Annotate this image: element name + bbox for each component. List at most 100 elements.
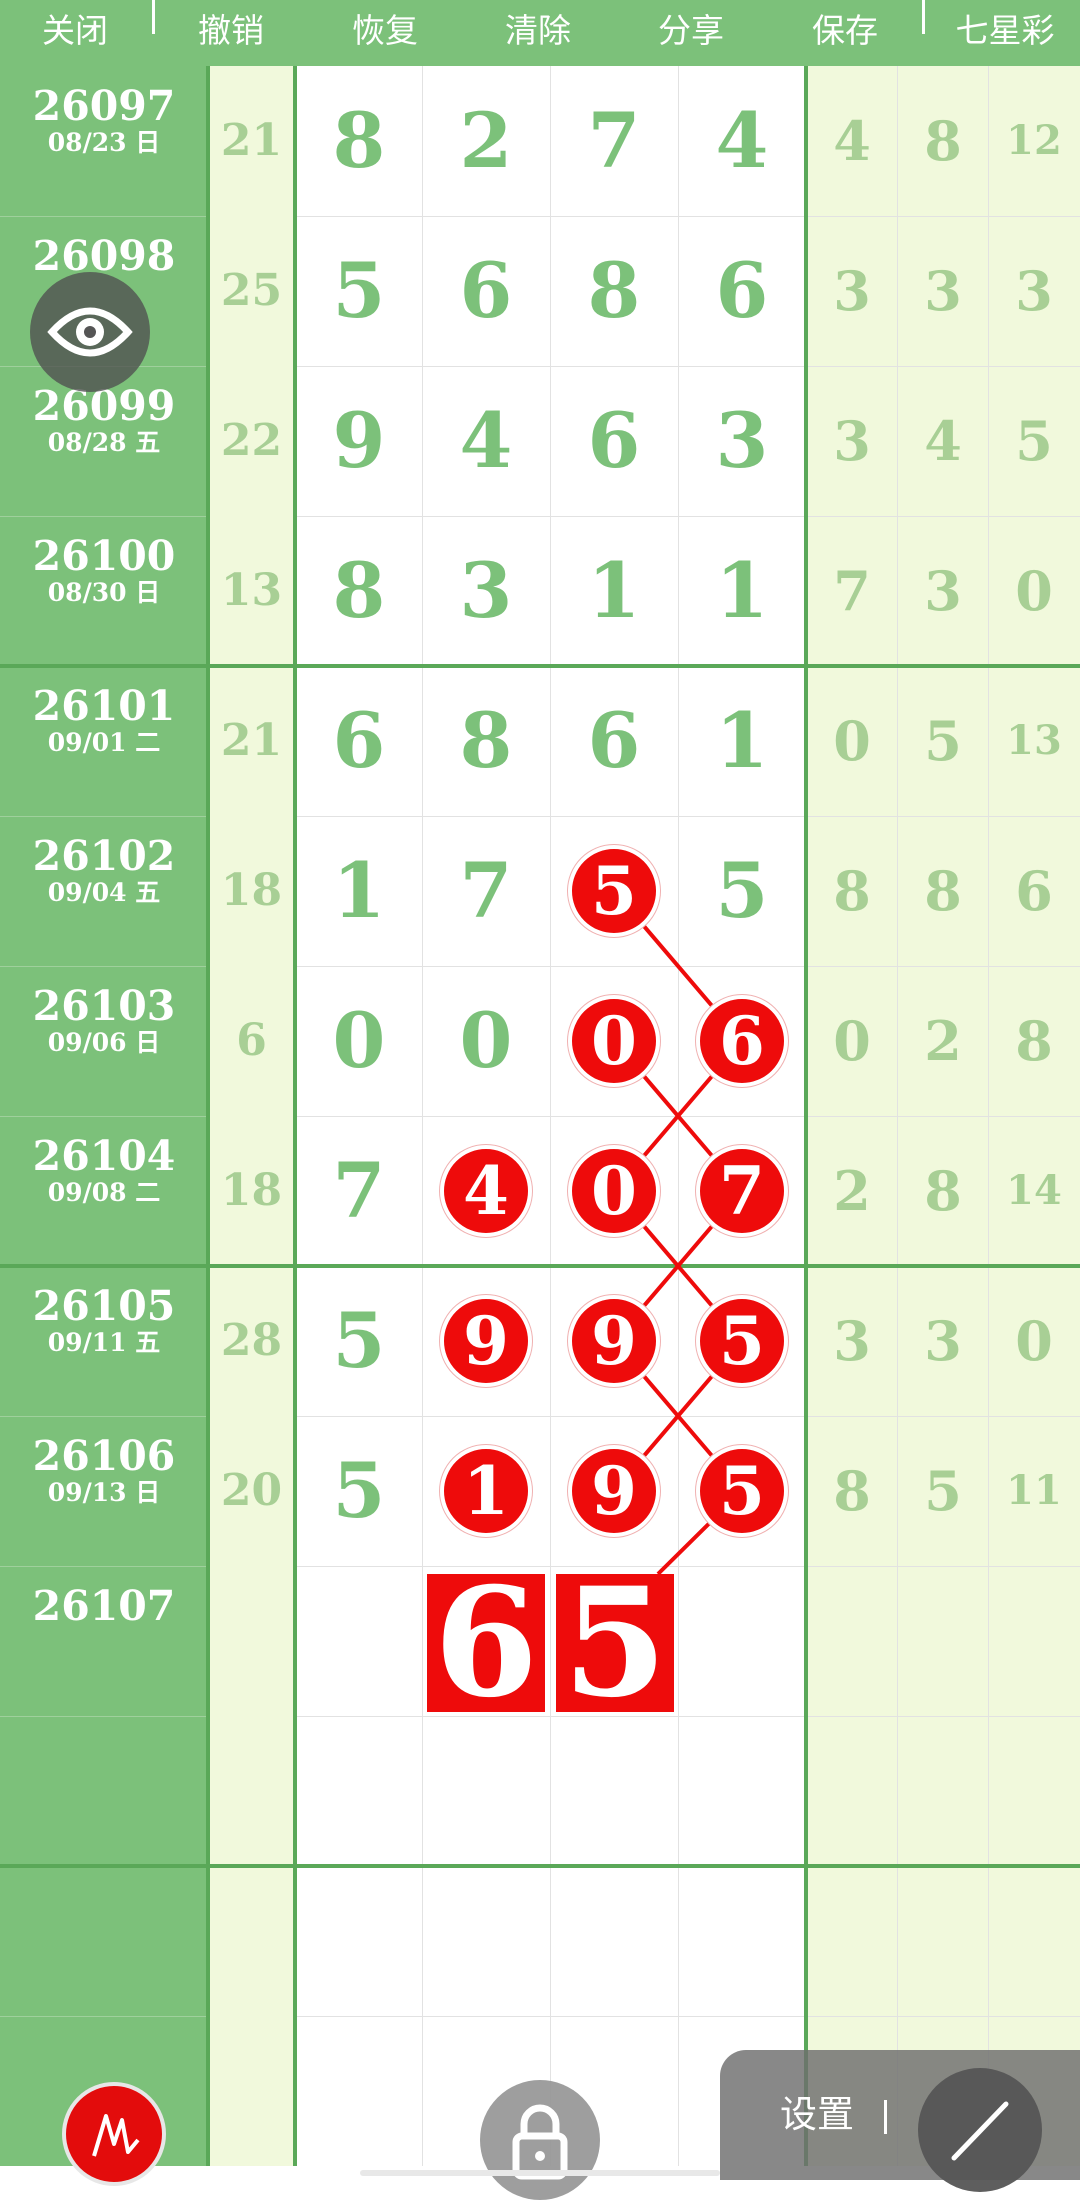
issue-date: 09/11 五 bbox=[47, 1328, 161, 1357]
side-stat-cell bbox=[988, 1716, 1080, 1866]
col-divider bbox=[550, 66, 551, 2166]
side-stat-cell: 8 bbox=[806, 1416, 898, 1566]
issue-number: 26106 bbox=[32, 1432, 176, 1480]
sum-cell bbox=[208, 2016, 295, 2166]
marked-number[interactable]: 0 bbox=[568, 1145, 660, 1237]
digit-cell[interactable] bbox=[550, 1866, 678, 2016]
digit-cell[interactable]: 1 bbox=[550, 516, 678, 666]
marked-number[interactable]: 9 bbox=[568, 1295, 660, 1387]
sum-cell: 20 bbox=[208, 1416, 295, 1566]
share-button[interactable]: 分享 bbox=[636, 0, 746, 66]
toggle-visibility-button[interactable] bbox=[30, 272, 150, 392]
col-divider bbox=[897, 66, 898, 2166]
digit-cell[interactable]: 6 bbox=[295, 666, 423, 816]
line-tool-button[interactable] bbox=[918, 2068, 1042, 2192]
marked-number[interactable]: 0 bbox=[568, 995, 660, 1087]
row-divider bbox=[806, 816, 1080, 817]
digit-cell[interactable] bbox=[678, 1866, 806, 2016]
marked-number[interactable]: 5 bbox=[696, 1295, 788, 1387]
digit-cell[interactable] bbox=[295, 2016, 423, 2166]
digit-cell[interactable]: 4 bbox=[678, 66, 806, 216]
undo-button[interactable]: 撤销 bbox=[176, 0, 286, 66]
side-stat-cell: 0 bbox=[806, 666, 898, 816]
marked-number[interactable]: 6 bbox=[696, 995, 788, 1087]
side-stat-cell: 3 bbox=[897, 516, 989, 666]
digit-cell[interactable]: 6 bbox=[678, 216, 806, 366]
issue-cell bbox=[0, 1716, 208, 1866]
sum-cell: 6 bbox=[208, 966, 295, 1116]
digit-cell[interactable]: 7 bbox=[295, 1116, 423, 1266]
row-divider bbox=[806, 1416, 1080, 1417]
marked-number[interactable]: 9 bbox=[440, 1295, 532, 1387]
digit-cell[interactable]: 5 bbox=[678, 816, 806, 966]
digit-cell[interactable] bbox=[678, 1566, 806, 1716]
digit-cell[interactable]: 2 bbox=[422, 66, 550, 216]
line-tool-icon bbox=[951, 2101, 1009, 2161]
digit-cell[interactable]: 5 bbox=[295, 216, 423, 366]
side-stat-cell: 0 bbox=[988, 516, 1080, 666]
marked-number[interactable]: 4 bbox=[440, 1145, 532, 1237]
side-stat-cell: 2 bbox=[806, 1116, 898, 1266]
digit-cell[interactable]: 8 bbox=[422, 666, 550, 816]
predicted-number[interactable]: 6 bbox=[427, 1568, 545, 1718]
side-stat-cell: 8 bbox=[897, 1116, 989, 1266]
digit-cell[interactable]: 5 bbox=[295, 1266, 423, 1416]
issue-date: 08/28 五 bbox=[47, 428, 161, 457]
settings-button[interactable]: 设置 bbox=[780, 2090, 854, 2140]
digit-cell[interactable]: 0 bbox=[295, 966, 423, 1116]
close-button[interactable]: 关闭 bbox=[20, 0, 130, 66]
side-stat-cell: 8 bbox=[806, 816, 898, 966]
side-stat-cell: 5 bbox=[897, 666, 989, 816]
save-button[interactable]: 保存 bbox=[790, 0, 900, 66]
marked-number[interactable]: 5 bbox=[696, 1445, 788, 1537]
digit-cell[interactable] bbox=[422, 1716, 550, 1866]
digit-cell[interactable]: 7 bbox=[422, 816, 550, 966]
side-stat-cell bbox=[988, 1866, 1080, 2016]
digit-cell[interactable]: 6 bbox=[550, 666, 678, 816]
side-stat-cell: 8 bbox=[897, 816, 989, 966]
col-divider bbox=[678, 66, 679, 2166]
digit-cell[interactable] bbox=[422, 1866, 550, 2016]
issue-cell: 26105 09/11 五 bbox=[0, 1266, 208, 1416]
marked-number[interactable]: 1 bbox=[440, 1445, 532, 1537]
digit-cell[interactable] bbox=[550, 1716, 678, 1866]
draw-pen-button[interactable] bbox=[62, 2082, 166, 2186]
digit-cell[interactable] bbox=[678, 1716, 806, 1866]
digit-cell[interactable]: 3 bbox=[678, 366, 806, 516]
digit-cell[interactable]: 8 bbox=[550, 216, 678, 366]
digit-cell[interactable]: 0 bbox=[422, 966, 550, 1116]
side-stat-cell: 12 bbox=[988, 66, 1080, 216]
digit-cell[interactable]: 1 bbox=[295, 816, 423, 966]
side-stat-cell: 5 bbox=[988, 366, 1080, 516]
side-stat-cell bbox=[806, 1716, 898, 1866]
lottery-type-button[interactable]: 七星彩 bbox=[940, 0, 1070, 66]
clear-button[interactable]: 清除 bbox=[483, 0, 593, 66]
lottery-trend-grid[interactable]: 26097 08/23 日 21 8 2 7 4 4 8 12 26098 25 5 6 8 6 3 3 3 2609… bbox=[0, 66, 1080, 2180]
digit-cell[interactable]: 8 bbox=[295, 516, 423, 666]
digit-cell[interactable]: 6 bbox=[550, 366, 678, 516]
digit-cell[interactable]: 8 bbox=[295, 66, 423, 216]
side-stat-cell: 8 bbox=[897, 66, 989, 216]
marked-number[interactable]: 9 bbox=[568, 1445, 660, 1537]
digit-cell[interactable]: 7 bbox=[550, 66, 678, 216]
redo-button[interactable]: 恢复 bbox=[330, 0, 440, 66]
marked-number[interactable]: 7 bbox=[696, 1145, 788, 1237]
sum-cell: 25 bbox=[208, 216, 295, 366]
predicted-number[interactable]: 5 bbox=[556, 1568, 674, 1718]
lock-button[interactable] bbox=[480, 2080, 600, 2200]
issue-cell: 26107 bbox=[0, 1566, 208, 1716]
digit-cell[interactable]: 1 bbox=[678, 666, 806, 816]
side-stat-cell: 3 bbox=[806, 216, 898, 366]
digit-cell[interactable]: 9 bbox=[295, 366, 423, 516]
settings-bar: 设置 bbox=[720, 2050, 1080, 2192]
marked-number[interactable]: 5 bbox=[568, 845, 660, 937]
digit-cell[interactable] bbox=[295, 1566, 423, 1716]
digit-cell[interactable]: 6 bbox=[422, 216, 550, 366]
digit-cell[interactable]: 3 bbox=[422, 516, 550, 666]
lock-icon bbox=[512, 2104, 568, 2180]
digit-cell[interactable] bbox=[295, 1866, 423, 2016]
digit-cell[interactable]: 5 bbox=[295, 1416, 423, 1566]
digit-cell[interactable] bbox=[295, 1716, 423, 1866]
digit-cell[interactable]: 4 bbox=[422, 366, 550, 516]
digit-cell[interactable]: 1 bbox=[678, 516, 806, 666]
